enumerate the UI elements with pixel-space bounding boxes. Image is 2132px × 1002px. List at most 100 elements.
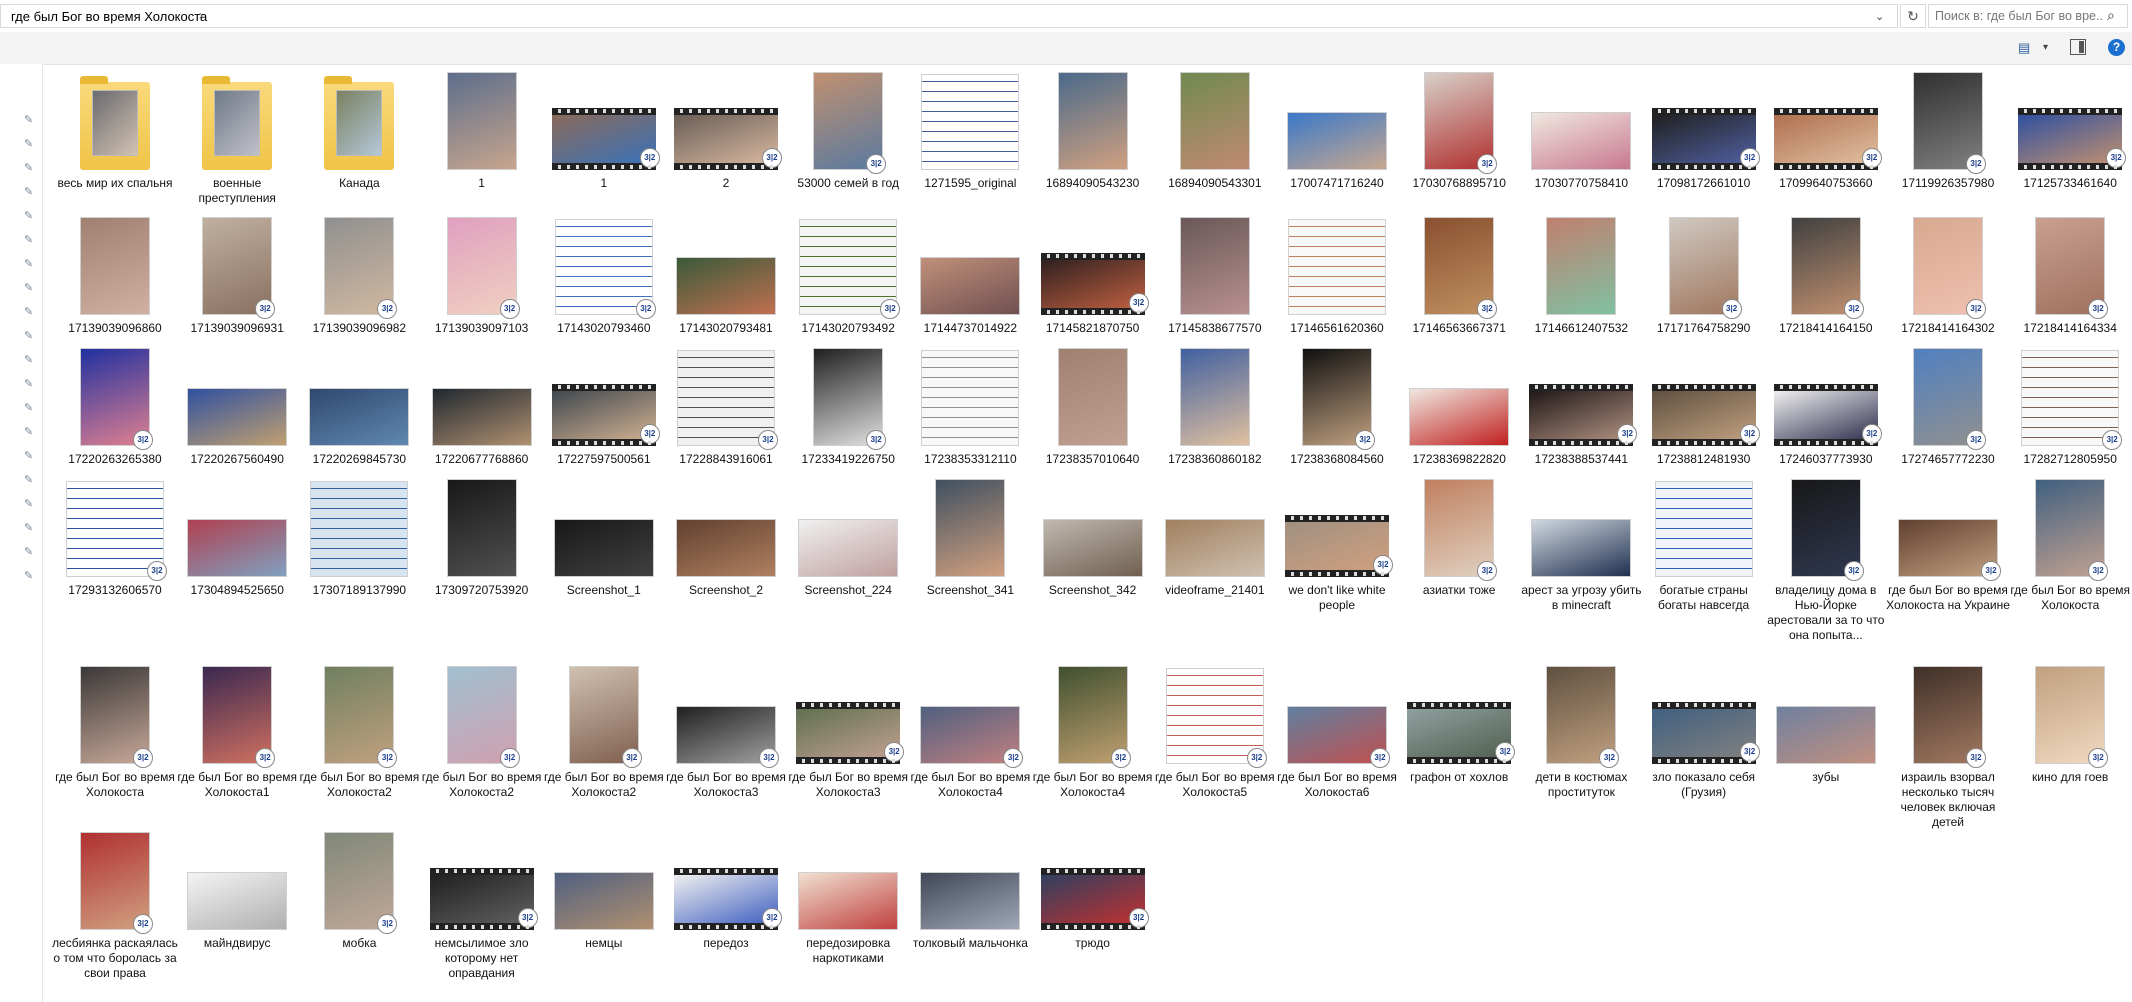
thumbnail[interactable] (911, 824, 1029, 934)
thumbnail[interactable] (545, 824, 663, 934)
thumbnail[interactable] (1156, 209, 1274, 319)
thumbnail[interactable] (911, 340, 1029, 450)
thumbnail[interactable]: 3|2 (300, 658, 418, 768)
pin-icon[interactable]: ✎ (24, 258, 36, 270)
thumbnail[interactable]: 3|2 (1645, 209, 1763, 319)
thumbnail[interactable]: 3|2 (2011, 471, 2129, 581)
thumbnail[interactable] (178, 340, 296, 450)
thumbnail[interactable] (1400, 340, 1518, 450)
thumbnail[interactable] (1156, 64, 1274, 174)
thumbnail[interactable]: 3|2 (178, 209, 296, 319)
thumbnail[interactable] (56, 209, 174, 319)
thumbnail[interactable]: 3|2 (1889, 209, 2007, 319)
view-options-dropdown-icon[interactable]: ▾ (2043, 42, 2048, 53)
pin-icon[interactable]: ✎ (24, 234, 36, 246)
thumbnail[interactable] (1645, 471, 1763, 581)
preview-pane-icon[interactable] (2070, 39, 2086, 55)
pin-icon[interactable]: ✎ (24, 210, 36, 222)
folder-icon[interactable] (56, 64, 174, 174)
breadcrumb[interactable]: где был Бог во время Холокоста (11, 9, 207, 24)
thumbnail[interactable] (178, 824, 296, 934)
thumbnail[interactable]: 3|2 (1400, 64, 1518, 174)
breadcrumb-chevron-icon[interactable]: › (199, 8, 203, 22)
thumbnail[interactable]: 3|2 (911, 658, 1029, 768)
search-input[interactable]: Поиск в: где был Бог во вре... ⌕ (1928, 4, 2128, 28)
thumbnail[interactable]: 3|2 (56, 658, 174, 768)
thumbnail[interactable] (667, 471, 785, 581)
thumbnail[interactable]: 3|2 (2011, 64, 2129, 174)
thumbnail[interactable]: 3|2 (1645, 658, 1763, 768)
thumbnail[interactable]: 3|2 (1400, 658, 1518, 768)
thumbnail[interactable] (1767, 658, 1885, 768)
thumbnail[interactable]: 3|2 (1522, 340, 1640, 450)
pin-icon[interactable]: ✎ (24, 474, 36, 486)
pin-icon[interactable]: ✎ (24, 306, 36, 318)
thumbnail[interactable]: 3|2 (1767, 340, 1885, 450)
thumbnail[interactable] (1156, 471, 1274, 581)
thumbnail[interactable] (1156, 340, 1274, 450)
thumbnail[interactable]: 3|2 (1767, 64, 1885, 174)
thumbnail[interactable]: 3|2 (667, 824, 785, 934)
refresh-icon[interactable]: ↻ (1900, 4, 1926, 28)
pin-icon[interactable]: ✎ (24, 450, 36, 462)
thumbnail[interactable] (1522, 471, 1640, 581)
thumbnail[interactable]: 3|2 (1767, 209, 1885, 319)
thumbnail[interactable] (545, 471, 663, 581)
thumbnail[interactable] (1278, 209, 1396, 319)
pin-icon[interactable]: ✎ (24, 378, 36, 390)
thumbnail[interactable]: 3|2 (1645, 64, 1763, 174)
thumbnail[interactable]: 3|2 (1645, 340, 1763, 450)
thumbnail[interactable]: 3|2 (1400, 471, 1518, 581)
thumbnail[interactable]: 3|2 (545, 64, 663, 174)
thumbnail[interactable] (911, 64, 1029, 174)
thumbnail[interactable] (1034, 340, 1152, 450)
thumbnail[interactable]: 3|2 (2011, 209, 2129, 319)
thumbnail[interactable] (300, 340, 418, 450)
thumbnail[interactable]: 3|2 (56, 824, 174, 934)
thumbnail[interactable]: 3|2 (423, 824, 541, 934)
pin-icon[interactable]: ✎ (24, 546, 36, 558)
thumbnail[interactable]: 3|2 (300, 824, 418, 934)
thumbnail[interactable]: 3|2 (56, 340, 174, 450)
thumbnail[interactable]: 3|2 (545, 209, 663, 319)
pin-icon[interactable]: ✎ (24, 186, 36, 198)
thumbnail[interactable] (1522, 209, 1640, 319)
thumbnail[interactable]: 3|2 (789, 340, 907, 450)
thumbnail[interactable] (178, 471, 296, 581)
address-bar[interactable]: где был Бог во время Холокоста › ⌄ (0, 4, 1898, 28)
thumbnail[interactable]: 3|2 (789, 64, 907, 174)
folder-icon[interactable] (300, 64, 418, 174)
thumbnail[interactable]: 3|2 (1034, 209, 1152, 319)
thumbnail[interactable]: 3|2 (1156, 658, 1274, 768)
thumbnail[interactable]: 3|2 (1889, 340, 2007, 450)
thumbnail[interactable] (423, 64, 541, 174)
thumbnail[interactable]: 3|2 (667, 340, 785, 450)
thumbnail[interactable]: 3|2 (423, 658, 541, 768)
thumbnail[interactable]: 3|2 (667, 64, 785, 174)
help-icon[interactable]: ? (2108, 39, 2125, 56)
thumbnail[interactable]: 3|2 (789, 209, 907, 319)
thumbnail[interactable]: 3|2 (1034, 824, 1152, 934)
thumbnail[interactable] (667, 209, 785, 319)
thumbnail[interactable]: 3|2 (1522, 658, 1640, 768)
thumbnail[interactable]: 3|2 (1278, 471, 1396, 581)
thumbnail[interactable] (300, 471, 418, 581)
pin-icon[interactable]: ✎ (24, 282, 36, 294)
pin-icon[interactable]: ✎ (24, 354, 36, 366)
chevron-down-icon[interactable]: ⌄ (1875, 10, 1884, 23)
thumbnail[interactable]: 3|2 (56, 471, 174, 581)
thumbnail[interactable] (423, 471, 541, 581)
thumbnail[interactable] (1278, 64, 1396, 174)
pin-icon[interactable]: ✎ (24, 114, 36, 126)
thumbnail[interactable] (423, 340, 541, 450)
thumbnail[interactable]: 3|2 (2011, 340, 2129, 450)
thumbnail[interactable]: 3|2 (667, 658, 785, 768)
pin-icon[interactable]: ✎ (24, 570, 36, 582)
pin-icon[interactable]: ✎ (24, 522, 36, 534)
pin-icon[interactable]: ✎ (24, 498, 36, 510)
thumbnail[interactable] (1034, 64, 1152, 174)
thumbnail[interactable]: 3|2 (1889, 658, 2007, 768)
thumbnail[interactable]: 3|2 (1889, 471, 2007, 581)
thumbnail[interactable] (1034, 471, 1152, 581)
thumbnail[interactable] (911, 209, 1029, 319)
